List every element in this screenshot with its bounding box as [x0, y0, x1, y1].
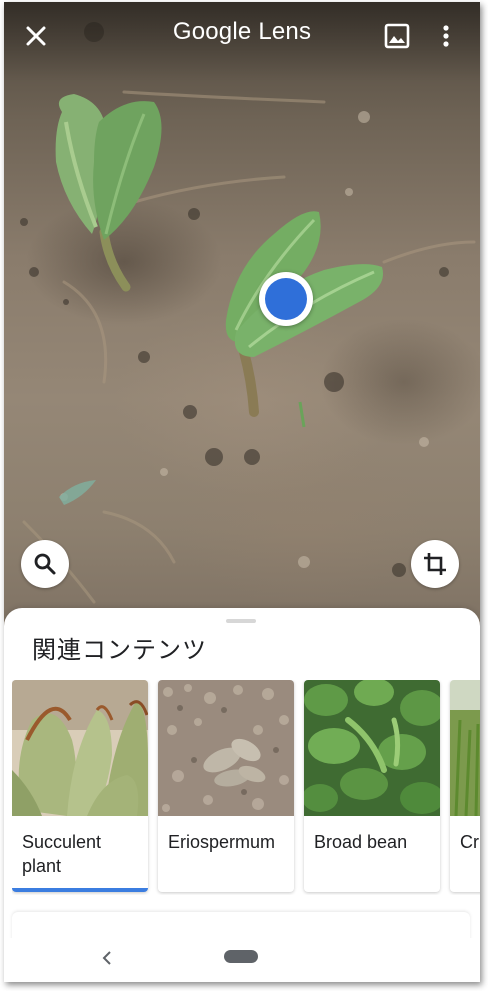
- crop-button[interactable]: [411, 540, 459, 588]
- plant-photo: [20, 22, 476, 604]
- app-title-google: Google: [172, 18, 252, 45]
- result-card-partial[interactable]: Cr: [450, 680, 480, 892]
- results-bottom-sheet[interactable]: 関連コンテンツ Succulent plant Eriospermum Broa…: [4, 608, 480, 982]
- phone-screen: Google Lens 関連コンテンツ Succulent plant Erio…: [4, 2, 480, 982]
- gallery-button[interactable]: [383, 22, 411, 50]
- result-card-eriospermum[interactable]: Eriospermum: [158, 680, 294, 892]
- result-card-label: Succulent plant: [22, 832, 102, 876]
- nav-home-pill[interactable]: [224, 950, 258, 963]
- more-vertical-icon: [443, 25, 449, 47]
- system-navigation-bar: [4, 938, 480, 982]
- search-icon: [34, 553, 56, 575]
- object-focus-dot[interactable]: [259, 272, 313, 326]
- nav-back-button[interactable]: [96, 946, 120, 970]
- result-thumbnail: [12, 680, 148, 816]
- camera-viewfinder[interactable]: Google Lens: [4, 2, 480, 642]
- sheet-drag-handle[interactable]: [226, 619, 256, 623]
- result-card-label: Broad bean: [314, 832, 408, 852]
- more-options-button[interactable]: [434, 22, 458, 50]
- result-card-label: Eriospermum: [168, 832, 276, 852]
- crop-icon: [424, 553, 446, 575]
- result-thumbnail: [304, 680, 440, 816]
- result-card-label: Cr: [460, 832, 479, 852]
- app-title-lens: Lens: [258, 18, 312, 45]
- search-button[interactable]: [21, 540, 69, 588]
- top-app-bar: Google Lens: [4, 2, 480, 72]
- image-gallery-icon: [384, 23, 410, 49]
- result-card-succulent-plant[interactable]: Succulent plant: [12, 680, 148, 892]
- results-carousel[interactable]: Succulent plant Eriospermum Broad bean C…: [12, 680, 480, 895]
- nav-back-icon: [102, 951, 111, 965]
- result-thumbnail: [450, 680, 480, 816]
- result-thumbnail: [158, 680, 294, 816]
- result-card-broad-bean[interactable]: Broad bean: [304, 680, 440, 892]
- results-heading: 関連コンテンツ: [32, 637, 207, 664]
- selected-indicator: [12, 888, 148, 892]
